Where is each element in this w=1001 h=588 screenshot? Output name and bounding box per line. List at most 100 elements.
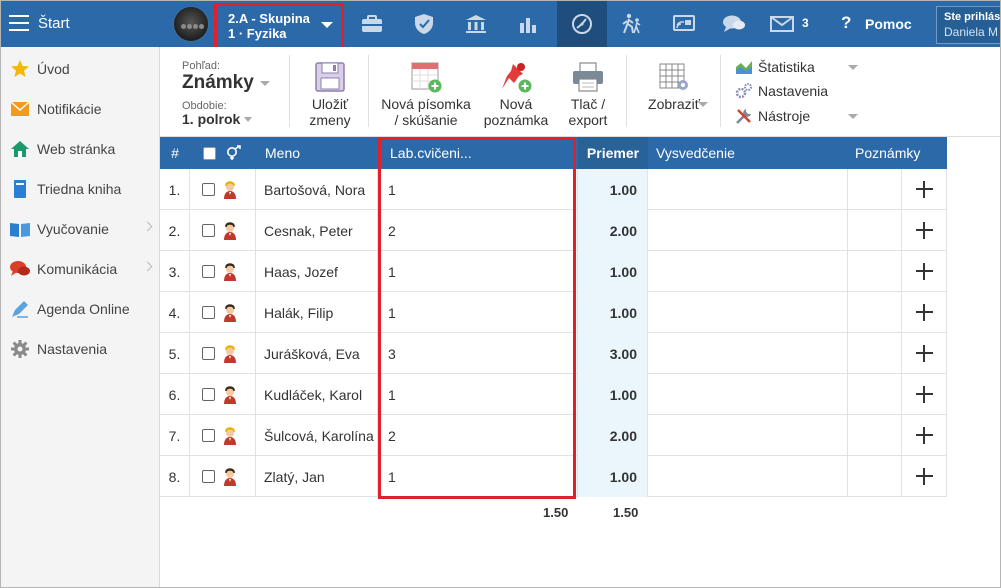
chevron-down-icon[interactable] [260,81,270,86]
cast-icon[interactable] [659,1,709,47]
row-checkbox[interactable] [202,470,215,483]
briefcase-icon[interactable] [347,1,397,47]
walking-icon[interactable] [607,1,657,47]
report-card-cell[interactable] [648,210,848,251]
group-selector[interactable]: 2.A - Skupina 1 · Fyzika [214,3,344,50]
add-note-cell[interactable] [902,415,947,456]
statistics-menu[interactable]: Štatistika [734,56,815,78]
header-average[interactable]: Priemer [578,137,648,169]
bank-icon[interactable] [451,1,501,47]
student-name[interactable]: Zlatý, Jan [256,456,378,497]
add-note-cell[interactable] [902,374,947,415]
report-card-cell[interactable] [648,169,848,210]
chevron-down-icon[interactable] [244,117,252,122]
plus-icon[interactable] [915,304,933,321]
add-note-cell[interactable] [902,210,947,251]
student-name[interactable]: Jurášková, Eva [256,333,378,374]
gender-symbol-icon[interactable] [225,137,245,169]
sidebar-item-uvod[interactable]: Úvod [1,49,159,89]
print-export-button[interactable]: Tlač / export [558,61,618,128]
start-label[interactable]: Štart [38,15,70,32]
settings-menu[interactable]: Nastavenia [734,80,828,102]
report-card-cell[interactable] [648,415,848,456]
report-card-cell[interactable] [648,292,848,333]
notes-cell[interactable] [848,415,902,456]
plus-icon[interactable] [915,468,933,485]
student-name[interactable]: Šulcová, Karolína [256,415,378,456]
lab-grade-cell[interactable]: 2 [378,210,578,251]
gauge-icon[interactable] [557,1,607,47]
notes-cell[interactable] [848,292,902,333]
student-name[interactable]: Bartošová, Nora [256,169,378,210]
mail-icon[interactable] [757,1,807,47]
row-checkbox[interactable] [202,388,215,401]
sidebar-item-web-stranka[interactable]: Web stránka [1,129,159,169]
user-box[interactable]: Ste prihlás Daniela M [936,6,1000,44]
plus-icon[interactable] [915,181,933,198]
plus-icon[interactable] [915,386,933,403]
plus-icon[interactable] [915,427,933,444]
add-note-cell[interactable] [902,169,947,210]
notes-cell[interactable] [848,333,902,374]
sidebar-item-vyucovanie[interactable]: Vyučovanie [1,209,159,249]
report-card-cell[interactable] [648,333,848,374]
lab-grade-cell[interactable]: 2 [378,415,578,456]
period-selector[interactable]: 1. polrok [182,111,240,127]
add-note-cell[interactable] [902,292,947,333]
new-note-button[interactable]: Nová poznámka [482,61,550,128]
help-icon[interactable]: ? [841,13,851,33]
lab-grade-cell[interactable]: 1 [378,169,578,210]
notes-cell[interactable] [848,169,902,210]
lab-grade-cell[interactable]: 1 [378,374,578,415]
add-note-cell[interactable] [902,251,947,292]
student-name[interactable]: Halák, Filip [256,292,378,333]
notes-cell[interactable] [848,456,902,497]
report-card-cell[interactable] [648,251,848,292]
view-selector[interactable]: Známky [182,72,254,94]
header-lab-exercises[interactable]: Lab.cvičeni... [390,137,570,169]
student-name[interactable]: Cesnak, Peter [256,210,378,251]
row-checkbox[interactable] [202,183,215,196]
bar-chart-icon[interactable] [503,1,553,47]
sidebar-item-nastavenia[interactable]: Nastavenia [1,329,159,369]
lab-grade-cell[interactable]: 1 [378,292,578,333]
report-card-cell[interactable] [648,456,848,497]
row-checkbox[interactable] [202,347,215,360]
notes-cell[interactable] [848,210,902,251]
select-all-checkbox[interactable] [203,137,219,169]
row-checkbox[interactable] [202,224,215,237]
row-checkbox[interactable] [202,265,215,278]
sidebar-item-triedna-kniha[interactable]: Triedna kniha [1,169,159,209]
row-checkbox[interactable] [202,429,215,442]
hamburger-menu-icon[interactable] [9,15,29,31]
lab-grade-cell[interactable]: 1 [378,456,578,497]
student-name[interactable]: Haas, Jozef [256,251,378,292]
chevron-down-icon[interactable] [848,65,858,70]
save-changes-button[interactable]: Uložiť zmeny [300,61,360,128]
add-note-cell[interactable] [902,333,947,374]
lab-grade-cell[interactable]: 1 [378,251,578,292]
mail-count-badge[interactable]: 3 [802,16,809,30]
shield-icon[interactable] [399,1,449,47]
sidebar-item-notifikacie[interactable]: Notifikácie [1,89,159,129]
help-button[interactable]: Pomoc [865,16,912,32]
plus-icon[interactable] [915,222,933,239]
sidebar-item-agenda-online[interactable]: Agenda Online [1,289,159,329]
plus-icon[interactable] [915,345,933,362]
new-test-button[interactable]: Nová písomka / skúšanie [380,61,472,128]
report-card-cell[interactable] [648,374,848,415]
chevron-down-icon[interactable] [848,114,858,119]
row-checkbox[interactable] [202,306,215,319]
student-name[interactable]: Kudláček, Karol [256,374,378,415]
sidebar-item-komunikacia[interactable]: Komunikácia [1,249,159,289]
notes-cell[interactable] [848,251,902,292]
notes-cell[interactable] [848,374,902,415]
plus-icon[interactable] [915,263,933,280]
header-name[interactable]: Meno [265,137,385,169]
chevron-down-icon[interactable] [698,102,708,107]
add-note-cell[interactable] [902,456,947,497]
chat-icon[interactable] [709,1,759,47]
lab-grade-cell[interactable]: 3 [378,333,578,374]
header-notes[interactable]: Poznámky [855,137,945,169]
header-report-card[interactable]: Vysvedčenie [656,137,816,169]
